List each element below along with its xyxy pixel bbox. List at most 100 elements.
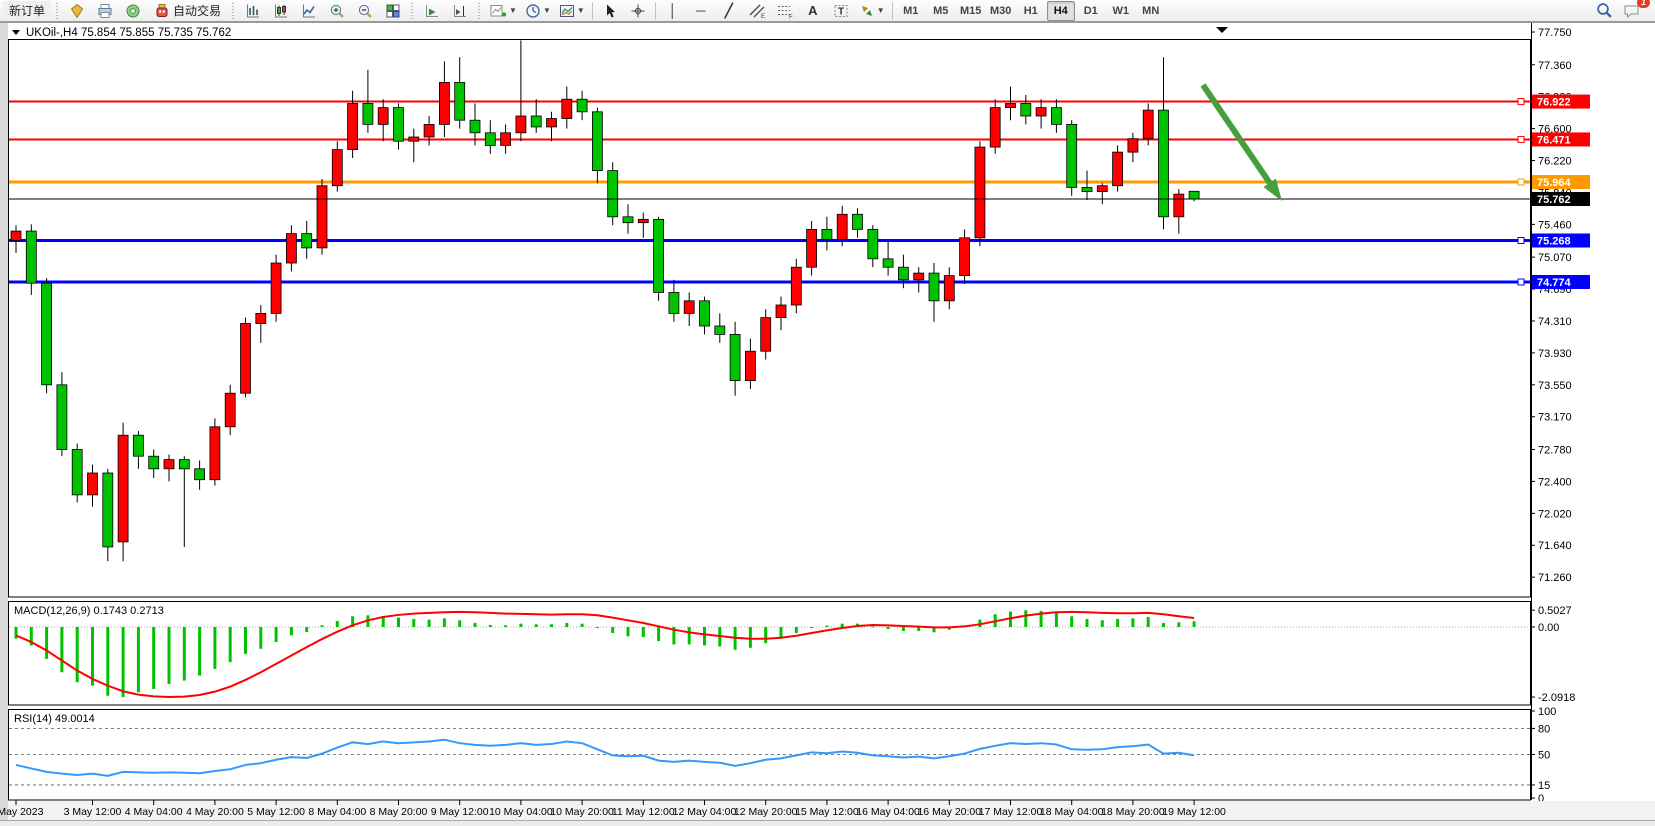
candle-body-up [164,460,174,469]
tile-windows-icon[interactable] [380,0,406,22]
candle [990,99,1000,154]
candle-body-up [791,267,801,305]
sound-alert-icon[interactable] [120,0,146,22]
macd-bar [259,627,262,649]
candle-body-down [302,234,312,248]
candle [791,259,801,314]
rsi-scale-label: 80 [1538,723,1550,735]
timeframe-button-h4[interactable]: H4 [1047,1,1075,21]
text-tool-icon[interactable]: A [800,0,826,22]
vertical-line-tool-icon[interactable]: │ [660,0,686,22]
candle-body-down [149,456,159,469]
toolbar-grip[interactable] [231,3,236,19]
candle-body-up [271,263,281,313]
macd-bar [535,624,538,627]
candle-body-up [761,318,771,352]
auto-trading-button[interactable]: 自动交易 [148,0,227,22]
timeframe-button-mn[interactable]: MN [1137,1,1165,21]
timeframe-button-m30[interactable]: M30 [987,1,1015,21]
candle-body-down [700,301,710,326]
candle-body-down [853,214,863,229]
toolbar-grip[interactable] [410,3,415,19]
timeframe-button-d1[interactable]: D1 [1077,1,1105,21]
text-label-tool-icon[interactable]: T [828,0,854,22]
auto-trading-label: 自动交易 [173,2,221,19]
price-tick-label: 72.400 [1538,476,1572,488]
periods-icon[interactable]: ▼ [522,0,554,22]
horizontal-line-tool-icon[interactable]: ─ [688,0,714,22]
chart-shift-icon[interactable] [447,0,473,22]
search-icon[interactable] [1591,0,1617,22]
price-badge: 76.922 [1532,95,1590,109]
macd-bar [412,619,415,627]
rsi-scale-label: 100 [1538,706,1556,718]
chat-icon[interactable]: 1 [1619,0,1645,22]
price-tick-label: 73.930 [1538,348,1572,360]
macd-bar [198,627,201,676]
timeframe-button-m15[interactable]: M15 [957,1,985,21]
price-badge: 75.964 [1532,175,1590,189]
chart-canvas[interactable]: 77.75077.36076.98076.60076.22075.84075.4… [0,22,1655,826]
arrows-tool-icon[interactable]: ▼ [856,0,888,22]
macd-bar [290,627,293,635]
line-chart-mode-icon[interactable] [296,0,322,22]
macd-bar [1147,617,1150,627]
crosshair-icon[interactable] [625,0,651,22]
svg-text:F: F [789,14,793,19]
line-handle[interactable] [1518,279,1524,285]
timeframe-button-m5[interactable]: M5 [927,1,955,21]
templates-icon[interactable]: ▼ [556,0,588,22]
macd-bar [60,627,63,672]
price-tick-label: 74.310 [1538,316,1572,328]
macd-bar [1024,610,1027,627]
toolbar-grip[interactable] [477,3,482,19]
candle-body-up [684,301,694,314]
indicators-add-icon[interactable]: ▼ [486,0,520,22]
timeframe-button-w1[interactable]: W1 [1107,1,1135,21]
candlestick-mode-icon[interactable] [268,0,294,22]
macd-bar [1116,619,1119,627]
timeframe-button-h1[interactable]: H1 [1017,1,1045,21]
zoom-out-icon[interactable] [352,0,378,22]
auto-scroll-icon[interactable] [419,0,445,22]
candle-body-up [638,219,648,222]
line-handle[interactable] [1518,99,1524,105]
bar-chart-mode-icon[interactable] [240,0,266,22]
macd-bar [122,627,125,697]
candle-body-up [1097,186,1107,192]
svg-text:T: T [838,6,844,17]
candle-body-down [715,326,725,334]
rsi-scale-label: 50 [1538,750,1550,762]
macd-bar [596,627,599,628]
candle [118,423,128,562]
price-tick-label: 75.070 [1538,252,1572,264]
candle-body-up [776,305,786,318]
macd-bar [825,626,828,627]
candle-body-up [562,99,572,118]
robot-icon [154,3,170,19]
candle-body-down [394,108,404,142]
zoom-in-icon[interactable] [324,0,350,22]
history-center-icon[interactable] [64,0,90,22]
time-axis-label: 15 May 12:00 [795,806,859,818]
candle-body-up [241,323,251,393]
channel-tool-icon[interactable]: E [744,0,770,22]
timeframe-button-m1[interactable]: M1 [897,1,925,21]
fibonacci-tool-icon[interactable]: F [772,0,798,22]
print-icon[interactable] [92,0,118,22]
toolbar-grip[interactable] [55,3,60,19]
candle-body-up [118,435,128,542]
new-order-button[interactable]: 新订单 [3,1,51,21]
trendline-tool-icon[interactable]: ╱ [716,0,742,22]
macd-scale-label: -2.0918 [1538,692,1575,704]
line-handle[interactable] [1518,136,1524,142]
time-axis-label: 3 May 12:00 [64,806,122,818]
macd-bar [1193,621,1196,627]
macd-bar [627,627,630,636]
line-handle[interactable] [1518,179,1524,185]
price-tick-label: 72.020 [1538,508,1572,520]
candle-body-down [485,133,495,146]
candle-body-up [11,231,21,240]
line-handle[interactable] [1518,237,1524,243]
cursor-icon[interactable] [597,0,623,22]
